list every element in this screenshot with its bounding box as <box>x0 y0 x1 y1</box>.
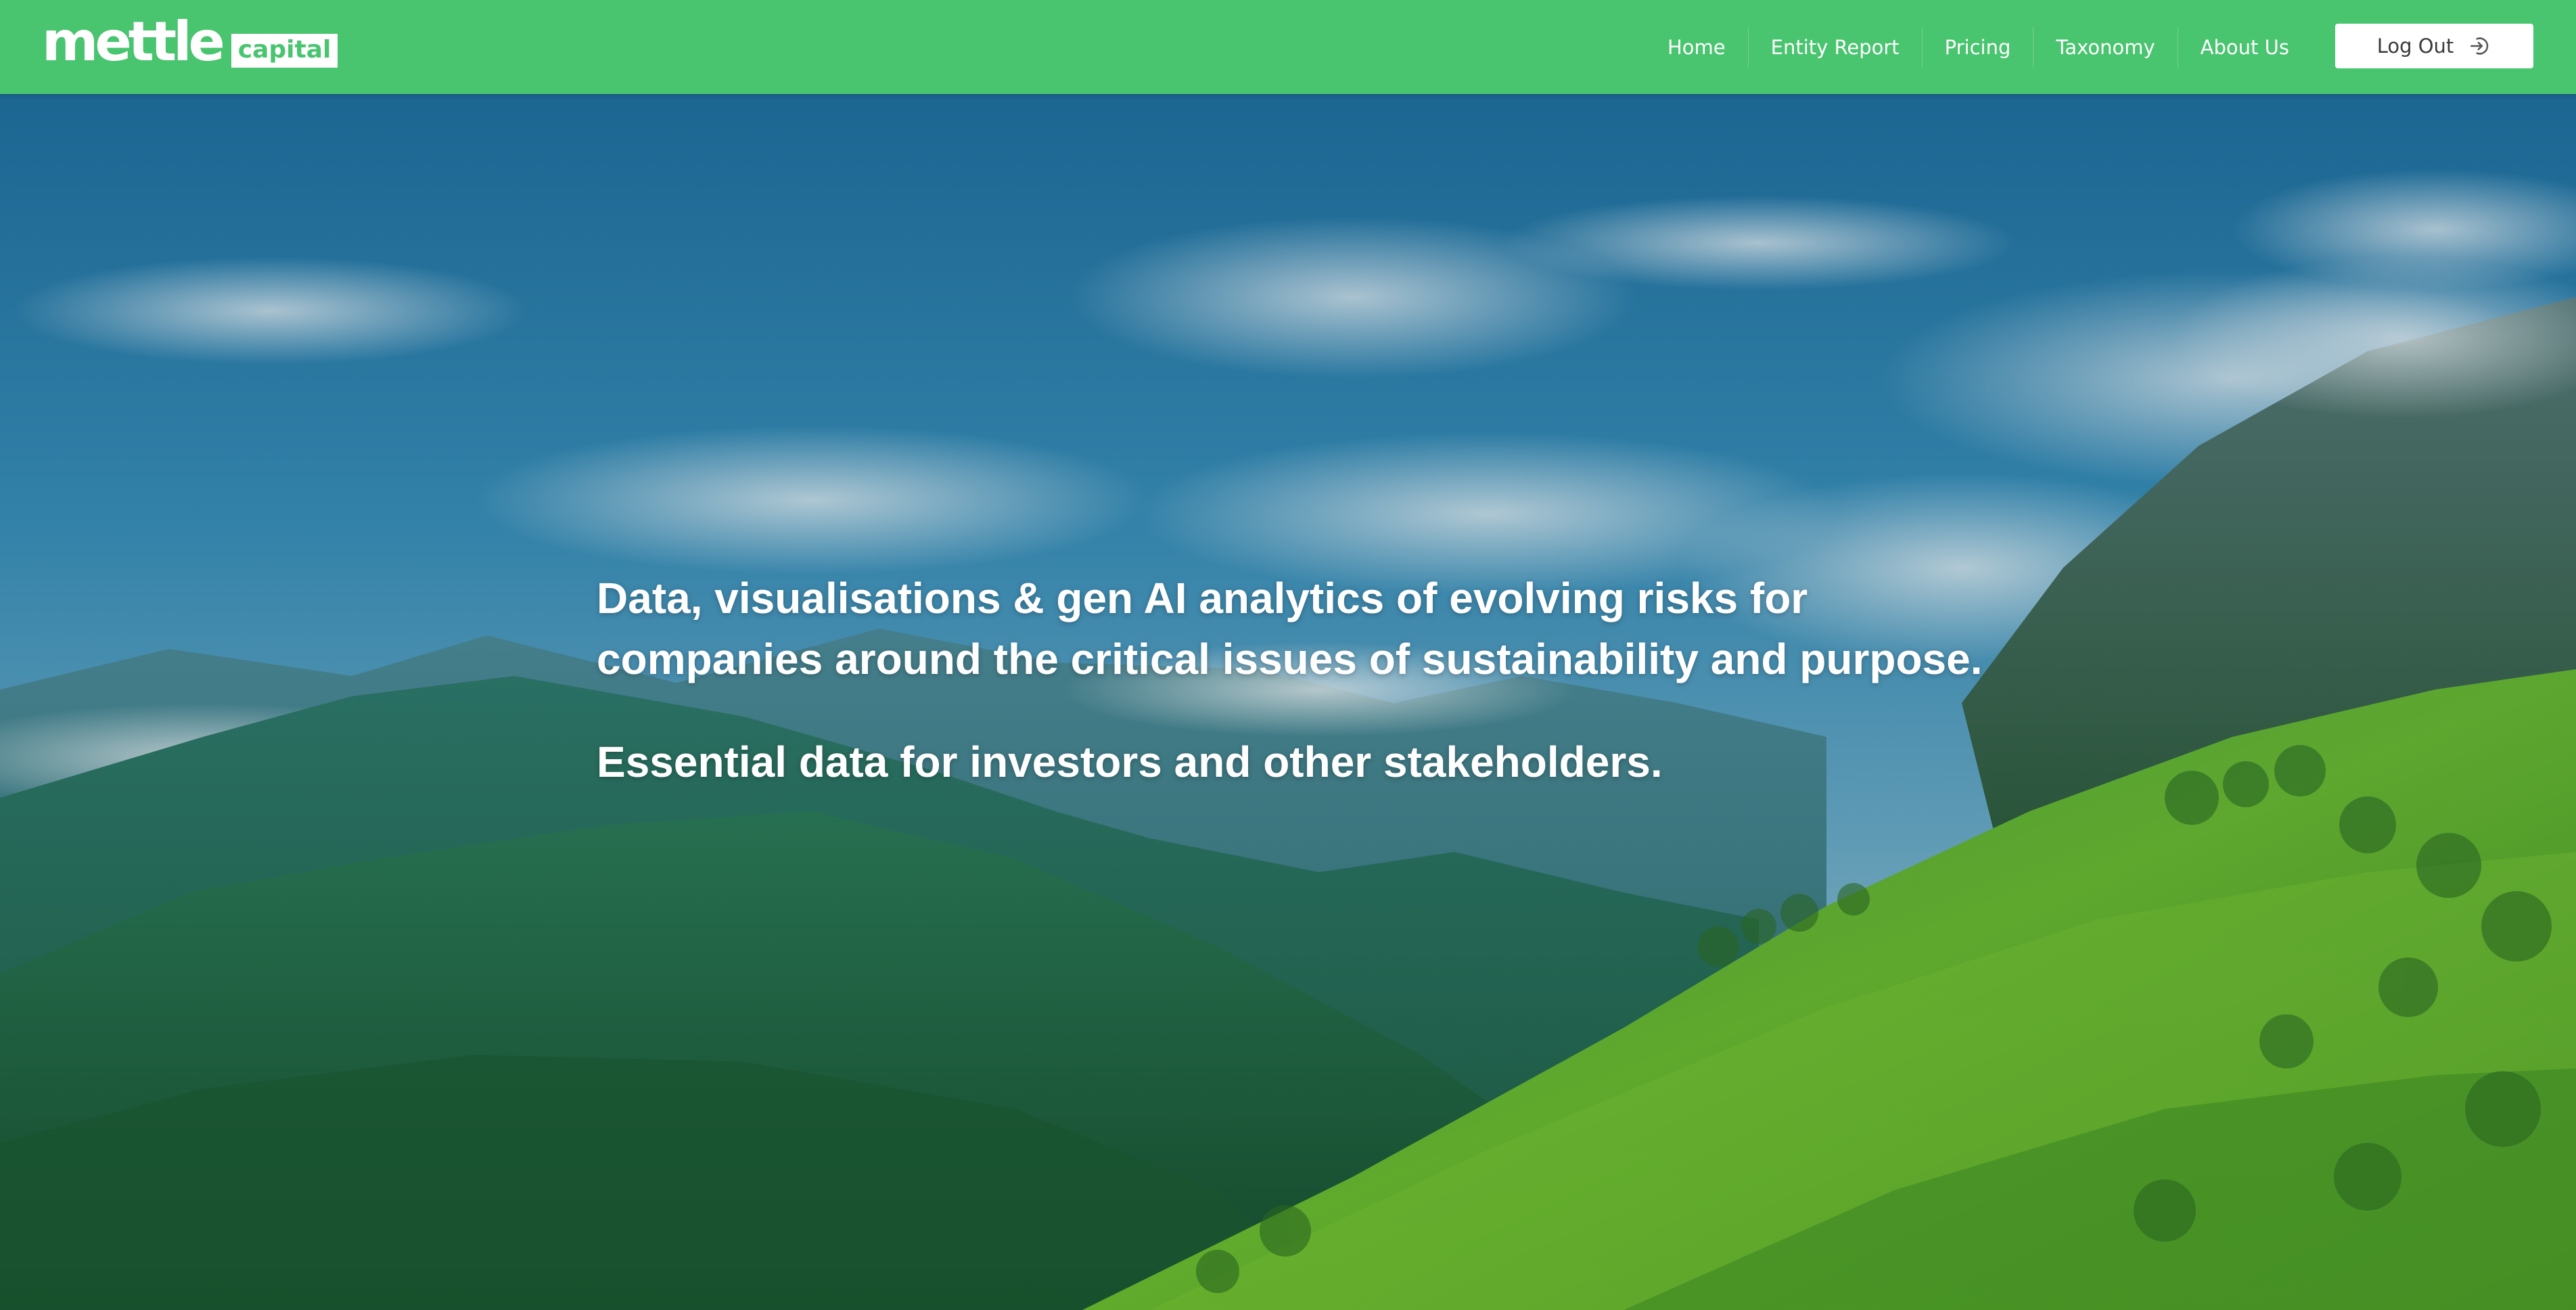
nav-home[interactable]: Home <box>1645 26 1749 68</box>
logo[interactable]: mettle capital <box>42 15 338 72</box>
landing-page: mettle capital Home Entity Report Pricin… <box>0 0 2576 1310</box>
nav-entity-report[interactable]: Entity Report <box>1749 26 1923 68</box>
hero-text-block: Data, visualisations & gen AI analytics … <box>597 568 2017 792</box>
logo-badge: capital <box>231 34 338 68</box>
logo-wordmark: mettle <box>42 10 225 73</box>
hero-headline: Data, visualisations & gen AI analytics … <box>597 574 1983 683</box>
logout-button[interactable]: Log Out <box>2335 24 2533 68</box>
logout-label: Log Out <box>2376 35 2454 58</box>
hero-subheadline: Essential data for investors and other s… <box>597 738 1663 786</box>
main-nav: Home Entity Report Pricing Taxonomy Abou… <box>1645 0 2312 94</box>
nav-about-us[interactable]: About Us <box>2178 27 2312 68</box>
nav-taxonomy[interactable]: Taxonomy <box>2033 26 2178 68</box>
nav-pricing[interactable]: Pricing <box>1923 26 2034 68</box>
logout-icon <box>2468 35 2491 58</box>
top-navbar: mettle capital Home Entity Report Pricin… <box>0 0 2576 94</box>
hero-section: Data, visualisations & gen AI analytics … <box>0 94 2576 1310</box>
